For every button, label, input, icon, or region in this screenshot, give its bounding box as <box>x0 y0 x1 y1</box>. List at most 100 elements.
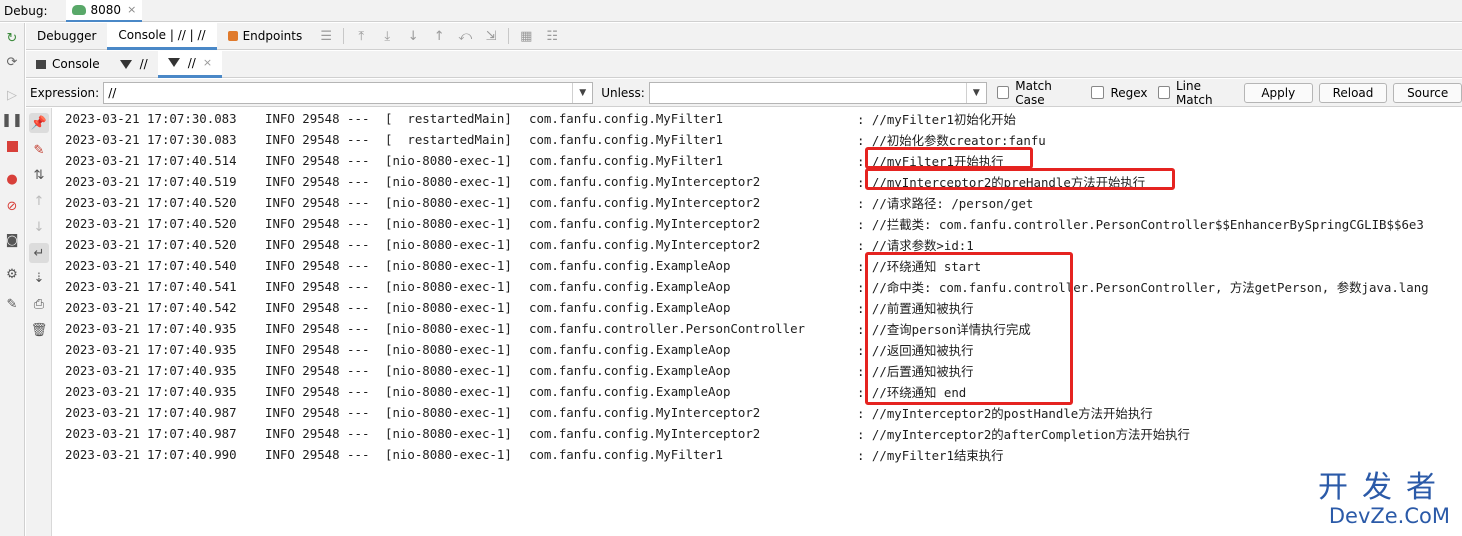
chevron-down-icon[interactable]: ▼ <box>965 82 986 103</box>
log-level: INFO 29548 --- <box>265 300 370 315</box>
pin-icon[interactable]: ✎ <box>3 295 21 313</box>
settings-icon[interactable]: ⚙ <box>3 265 21 283</box>
log-class: com.fanfu.config.MyInterceptor2 <box>529 405 761 420</box>
log-thread: [nio-8080-exec-1] <box>385 405 512 420</box>
mute-breakpoints-icon[interactable]: ⊘ <box>3 197 21 215</box>
checkbox-box[interactable] <box>1091 86 1105 99</box>
filter-icon <box>167 58 180 67</box>
log-line: 2023-03-21 17:07:40.987 INFO 29548 --- [ni… <box>65 423 1190 444</box>
soft-wrap-icon[interactable]: ↵ <box>29 243 49 263</box>
stop-icon[interactable] <box>3 137 21 155</box>
down-arrow-icon[interactable]: ↓ <box>29 217 49 237</box>
close-icon[interactable]: × <box>203 56 212 69</box>
print-icon[interactable]: ⎙ <box>29 294 49 314</box>
log-line: 2023-03-21 17:07:40.520 INFO 29548 --- [ni… <box>65 234 974 255</box>
pause-icon[interactable]: ❚❚ <box>1 111 23 129</box>
tab-endpoints[interactable]: Endpoints <box>217 23 314 50</box>
log-class: com.fanfu.config.ExampleAop <box>529 384 731 399</box>
drop-frame-icon[interactable]: ⤺ <box>452 23 478 50</box>
log-line: 2023-03-21 17:07:40.542 INFO 29548 --- [ni… <box>65 297 974 318</box>
menu-icon[interactable]: ☰ <box>313 23 339 50</box>
regex-label: Regex <box>1110 85 1148 100</box>
log-thread: [nio-8080-exec-1] <box>385 279 512 294</box>
restart-icon[interactable]: ⟳ <box>3 53 21 71</box>
log-timestamp: 2023-03-21 17:07:40.987 <box>65 426 237 441</box>
sort-icon[interactable]: ⇅ <box>29 165 49 185</box>
camera-icon[interactable]: ◙ <box>3 231 21 249</box>
match-case-checkbox[interactable]: Match Case <box>996 79 1082 107</box>
subtab-console[interactable]: Console <box>26 51 110 78</box>
line-match-checkbox[interactable]: Line Match <box>1157 78 1238 107</box>
unless-label: Unless: <box>601 85 645 100</box>
log-timestamp: 2023-03-21 17:07:30.083 <box>65 132 237 147</box>
step-over-icon[interactable]: ⤓ <box>374 23 400 50</box>
scroll-to-end-icon[interactable]: ⇣ <box>29 268 49 288</box>
log-message: : //请求参数>id:1 <box>857 237 974 253</box>
log-timestamp: 2023-03-21 17:07:40.990 <box>65 447 237 462</box>
subtab-filter-1[interactable]: // <box>110 51 158 78</box>
clear-highlight-icon[interactable]: ✎ <box>29 140 49 160</box>
evaluate-expression-icon[interactable]: ▦ <box>513 23 539 50</box>
show-execution-point-icon[interactable]: ⤒ <box>348 23 374 50</box>
pin-tab-icon[interactable]: 📌 <box>29 113 49 133</box>
close-icon[interactable]: × <box>127 3 136 16</box>
log-line: 2023-03-21 17:07:40.987 INFO 29548 --- [ni… <box>65 402 1153 423</box>
log-line: 2023-03-21 17:07:40.990 INFO 29548 --- [ni… <box>65 444 1004 465</box>
apply-button[interactable]: Apply <box>1243 82 1313 103</box>
run-to-cursor-icon[interactable]: ⇲ <box>478 23 504 50</box>
up-arrow-icon[interactable]: ↑ <box>29 191 49 211</box>
tab-console[interactable]: Console | // | // <box>107 22 217 50</box>
highlight-box <box>865 252 1073 405</box>
log-thread: [nio-8080-exec-1] <box>385 426 512 441</box>
run-tab-8080[interactable]: 8080 × <box>65 0 143 22</box>
resume-icon[interactable]: ▷ <box>3 86 21 104</box>
log-level: INFO 29548 --- <box>265 153 370 168</box>
rerun-icon[interactable]: ↻ <box>3 29 21 47</box>
log-timestamp: 2023-03-21 17:07:40.520 <box>65 195 237 210</box>
log-class: com.fanfu.config.MyFilter1 <box>529 132 723 147</box>
step-out-icon[interactable]: ↑ <box>426 23 452 50</box>
endpoints-icon <box>227 31 238 41</box>
console-output[interactable]: 2023-03-21 17:07:30.083 INFO 29548 --- [ r… <box>53 108 1462 536</box>
log-level: INFO 29548 --- <box>265 405 370 420</box>
console-subtabs: Console // // × <box>26 50 1462 78</box>
log-level: INFO 29548 --- <box>265 195 370 210</box>
log-timestamp: 2023-03-21 17:07:40.540 <box>65 258 237 273</box>
log-thread: [nio-8080-exec-1] <box>385 363 512 378</box>
log-timestamp: 2023-03-21 17:07:40.541 <box>65 279 237 294</box>
log-level: INFO 29548 --- <box>265 216 370 231</box>
reload-button[interactable]: Reload <box>1318 82 1388 103</box>
log-timestamp: 2023-03-21 17:07:40.520 <box>65 237 237 252</box>
trash-icon[interactable]: 🗑 <box>29 320 49 340</box>
trace-icon[interactable]: ☷ <box>539 23 565 50</box>
step-into-icon[interactable]: ↓ <box>400 23 426 50</box>
log-message: : //初始化参数creator:fanfu <box>857 132 1046 148</box>
line-match-label: Line Match <box>1175 78 1213 107</box>
expression-input[interactable] <box>104 82 573 103</box>
tab-debugger-label: Debugger <box>37 29 97 43</box>
expression-combo[interactable]: ▼ <box>103 81 594 104</box>
log-thread: [nio-8080-exec-1] <box>385 384 512 399</box>
tab-debugger[interactable]: Debugger <box>26 23 107 50</box>
subtab-filter-2[interactable]: // × <box>157 50 223 78</box>
regex-checkbox[interactable]: Regex <box>1091 85 1148 100</box>
checkbox-box[interactable] <box>996 86 1010 99</box>
log-level: INFO 29548 --- <box>265 363 370 378</box>
log-message: : //myInterceptor2的afterCompletion方法开始执行 <box>857 426 1190 442</box>
unless-combo[interactable]: ▼ <box>648 81 987 104</box>
log-thread: [nio-8080-exec-1] <box>385 237 512 252</box>
unless-input[interactable] <box>649 82 966 103</box>
log-timestamp: 2023-03-21 17:07:40.519 <box>65 174 237 189</box>
view-breakpoints-icon[interactable]: ● <box>3 170 21 188</box>
log-line: 2023-03-21 17:07:40.935 INFO 29548 --- [ni… <box>65 360 974 381</box>
watermark: 开发者 DevZe.CoM <box>1318 472 1450 529</box>
source-button[interactable]: Source <box>1393 82 1462 103</box>
expression-label: Expression: <box>30 85 100 100</box>
log-level: INFO 29548 --- <box>265 321 370 336</box>
log-timestamp: 2023-03-21 17:07:30.083 <box>65 111 237 126</box>
chevron-down-icon[interactable]: ▼ <box>572 82 592 103</box>
checkbox-box[interactable] <box>1157 86 1170 99</box>
subtab-filter-2-label: // <box>187 55 196 70</box>
log-message: : //myInterceptor2的postHandle方法开始执行 <box>857 405 1153 421</box>
log-class: com.fanfu.config.MyFilter1 <box>529 111 723 126</box>
